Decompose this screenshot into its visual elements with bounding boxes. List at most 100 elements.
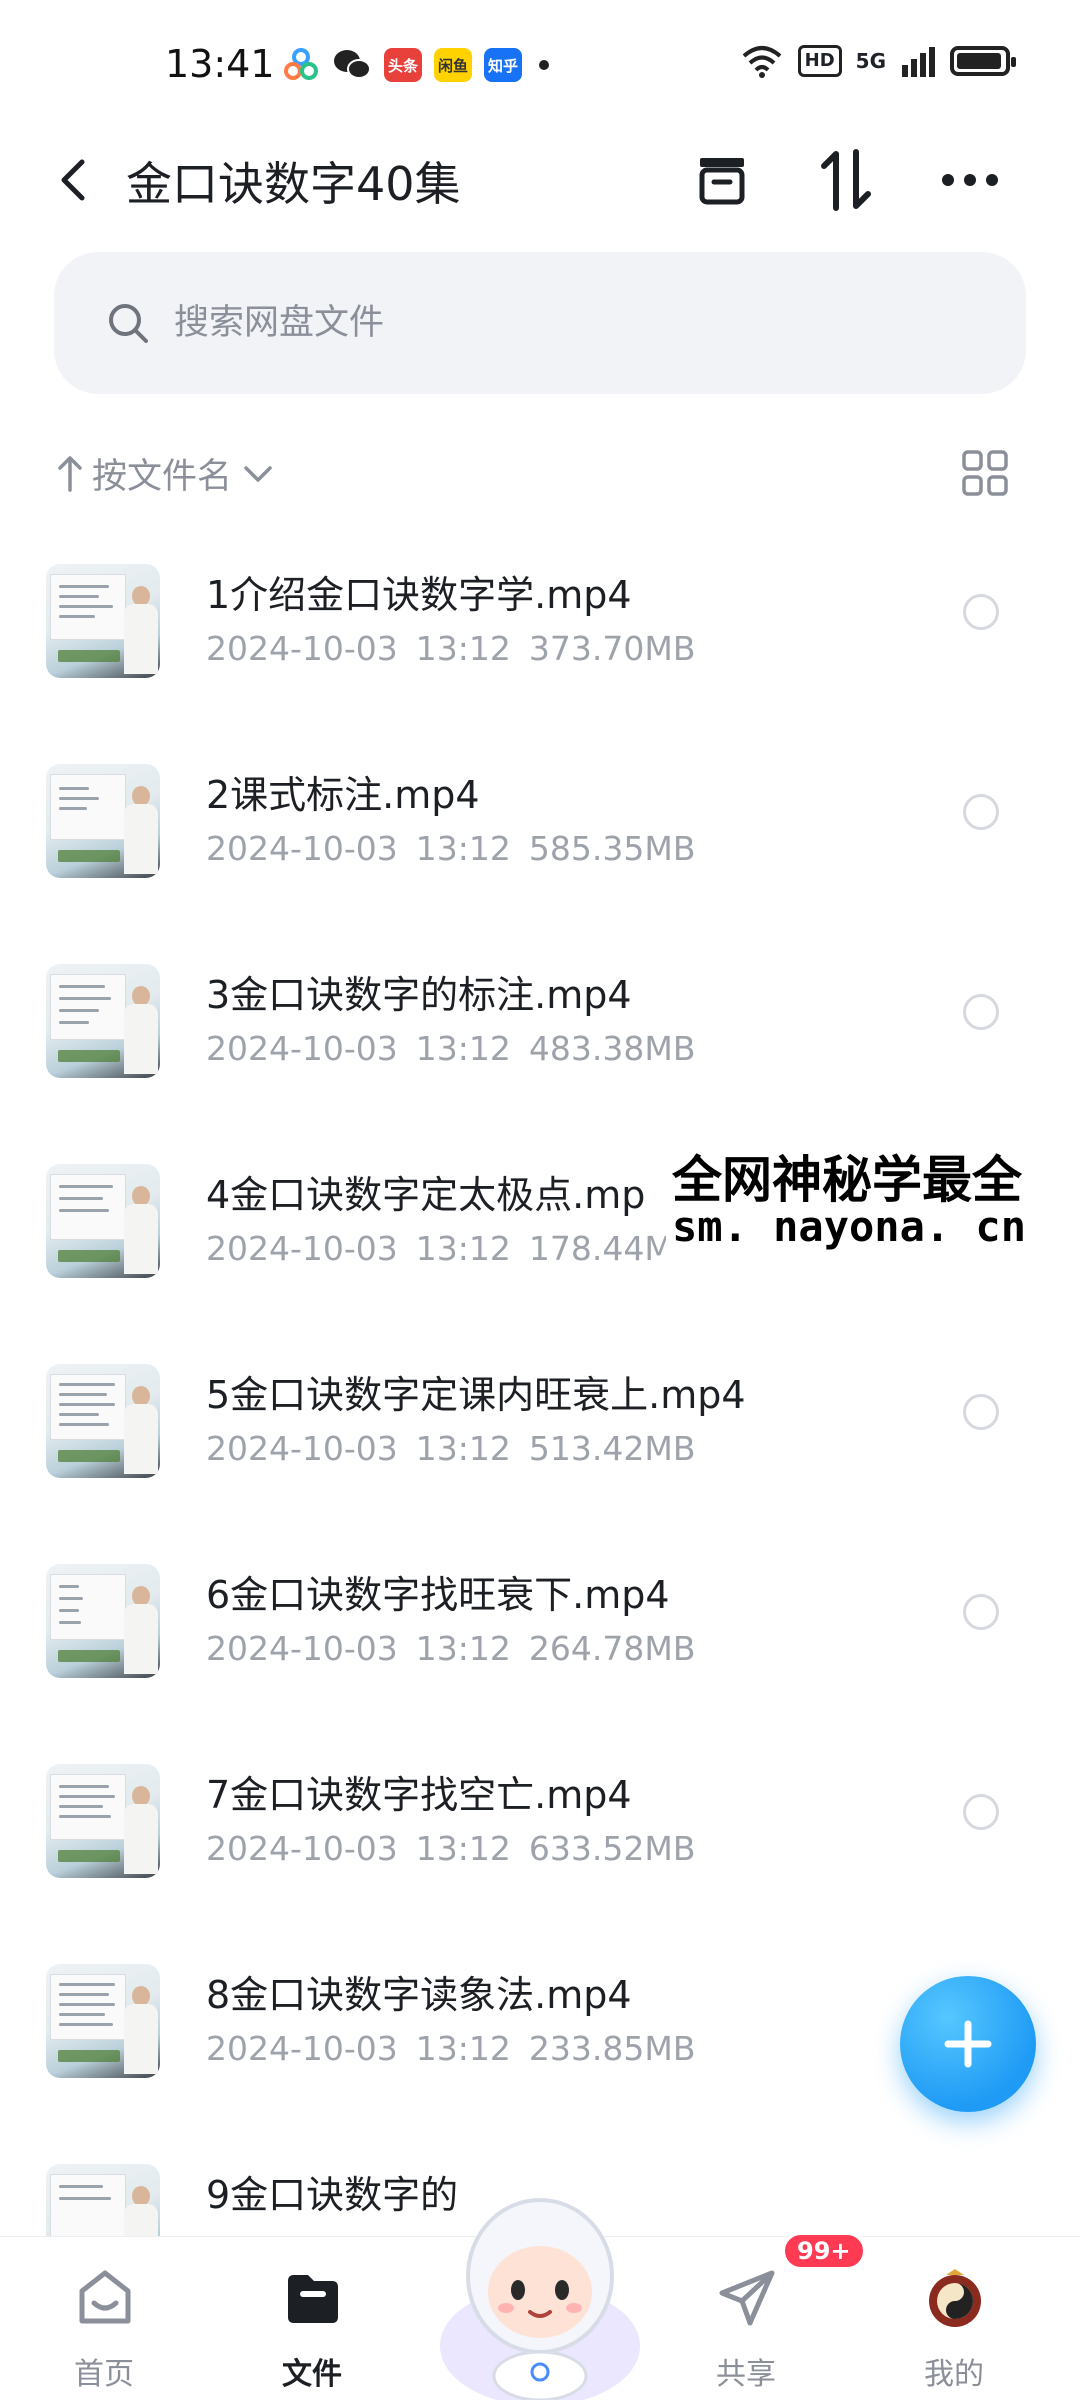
chevron-down-icon [244,465,272,482]
file-size: 513.42MB [528,1429,696,1468]
nav-home-label: 首页 [74,2357,134,2392]
file-date: 2024-10-03 [206,2029,398,2068]
video-thumbnail [46,1164,160,1278]
file-row[interactable]: 7金口诀数字找空亡.mp4 2024-10-03 13:12 633.52MB [0,1744,1080,1944]
battery-icon [950,46,1016,76]
file-date: 2024-10-03 [206,1029,398,1068]
file-time: 13:12 [415,829,511,868]
select-radio[interactable] [963,1594,999,1630]
mascot-astronaut-icon[interactable] [430,2176,650,2400]
top-bar: 金口诀数字40集 [0,130,1080,230]
search-icon [109,304,148,343]
toutiao-icon: 头条 [384,48,422,82]
add-button[interactable] [900,1976,1036,2112]
file-meta: 2024-10-03 13:12 483.38MB [206,1029,713,1068]
video-thumbnail [46,1564,160,1678]
file-date: 2024-10-03 [206,1229,398,1268]
sort-label: 按文件名 [92,457,233,497]
home-face-icon [79,2270,131,2324]
nav-share[interactable]: 共享 [666,2257,826,2397]
plus-icon [944,2020,992,2068]
nav-profile-label: 我的 [924,2357,984,2392]
arrow-up-icon [58,455,82,492]
grid-view-button[interactable] [960,448,1010,498]
status-app-icons: 头条 闲鱼 知乎 [282,46,554,84]
file-name: 1介绍金口诀数字学.mp4 [206,573,632,617]
file-name: 9金口诀数字的 [206,2173,459,2217]
file-meta: 2024-10-03 13:12 178.44MB [206,1229,713,1268]
wifi-icon [742,46,781,78]
file-row[interactable]: 2课式标注.mp4 2024-10-03 13:12 585.35MB [0,744,1080,944]
video-thumbnail [46,564,160,678]
file-size: 633.52MB [528,1829,696,1868]
back-button[interactable] [48,152,98,208]
file-size: 233.85MB [528,2029,696,2068]
signal-icon [902,47,935,77]
watermark-line-2: sm. nayona. cn [672,1202,1027,1251]
video-thumbnail [46,764,160,878]
video-thumbnail [46,964,160,1078]
hd-indicator: HD [797,45,842,77]
file-name: 4金口诀数字定太极点.mp [206,1173,646,1217]
avatar-yinyang-icon [929,2269,981,2327]
chevron-left-icon [61,159,85,201]
file-meta: 2024-10-03 13:12 633.52MB [206,1829,713,1868]
file-name: 6金口诀数字找旺衰下.mp4 [206,1573,670,1617]
status-time: 13:41 [165,42,275,86]
more-button[interactable] [938,148,1002,212]
nav-home[interactable]: 首页 [24,2257,184,2397]
folder-icon [288,2275,338,2323]
search-box[interactable] [54,252,1026,394]
grid-icon [962,450,1008,496]
baidu-netdisk-icon [284,48,318,80]
wechat-icon [334,50,371,79]
file-date: 2024-10-03 [206,1829,398,1868]
select-radio[interactable] [963,1394,999,1430]
select-radio[interactable] [963,794,999,830]
file-meta: 2024-10-03 13:12 373.70MB [206,629,713,668]
swap-vertical-icon [821,149,871,211]
xianyu-icon: 闲鱼 [434,48,472,82]
search-input[interactable] [172,302,876,344]
video-thumbnail [46,1364,160,1478]
status-right-icons: HD 5G [740,44,1016,78]
file-size: 264.78MB [528,1629,696,1668]
file-time: 13:12 [415,1829,511,1868]
file-row[interactable]: 5金口诀数字定课内旺衰上.mp4 2024-10-03 13:12 513.42MB [0,1344,1080,1544]
file-size: 373.70MB [528,629,696,668]
file-time: 13:12 [415,2029,511,2068]
paper-plane-icon [719,2270,775,2326]
file-row[interactable]: 3金口诀数字的标注.mp4 2024-10-03 13:12 483.38MB [0,944,1080,1144]
file-row[interactable]: 1介绍金口诀数字学.mp4 2024-10-03 13:12 373.70MB [0,544,1080,744]
file-meta: 2024-10-03 13:12 233.85MB [206,2029,713,2068]
file-date: 2024-10-03 [206,829,398,868]
file-size: 585.35MB [528,829,696,868]
file-time: 13:12 [415,1429,511,1468]
file-date: 2024-10-03 [206,629,398,668]
select-radio[interactable] [963,1794,999,1830]
nav-files-label: 文件 [282,2357,342,2392]
file-row[interactable]: 6金口诀数字找旺衰下.mp4 2024-10-03 13:12 264.78MB [0,1544,1080,1744]
watermark-overlay: 全网神秘学最全 sm. nayona. cn [666,1136,1080,1266]
select-radio[interactable] [963,994,999,1030]
file-name: 8金口诀数字读象法.mp4 [206,1973,632,2017]
file-meta: 2024-10-03 13:12 264.78MB [206,1629,713,1668]
file-date: 2024-10-03 [206,1629,398,1668]
file-meta: 2024-10-03 13:12 513.42MB [206,1429,713,1468]
sort-selector[interactable]: 按文件名 [56,448,274,499]
file-name: 3金口诀数字的标注.mp4 [206,973,632,1017]
notification-dot-icon [539,60,549,70]
zhihu-icon: 知乎 [484,48,522,82]
status-bar: 13:41 头条 闲鱼 知乎 HD 5G [0,0,1080,130]
select-radio[interactable] [963,594,999,630]
file-time: 13:12 [415,629,511,668]
file-size: 483.38MB [528,1029,696,1068]
sort-order-button[interactable] [814,148,878,212]
file-name: 5金口诀数字定课内旺衰上.mp4 [206,1373,746,1417]
nav-profile[interactable]: 我的 [874,2257,1034,2397]
file-name: 7金口诀数字找空亡.mp4 [206,1773,632,1817]
file-meta: 2024-10-03 13:12 585.35MB [206,829,713,868]
nav-files[interactable]: 文件 [232,2257,392,2397]
archive-button[interactable] [690,148,754,212]
video-thumbnail [46,1964,160,2078]
